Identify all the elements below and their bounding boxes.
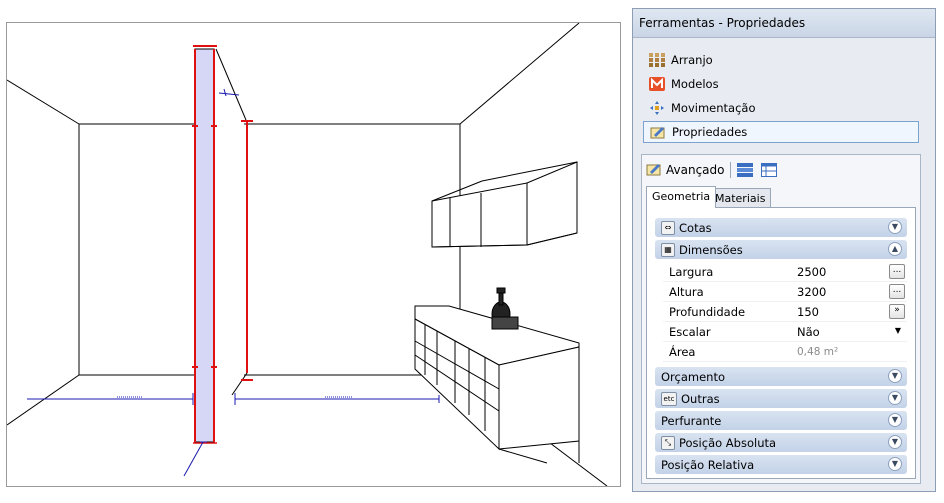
toolbar-separator: [730, 162, 732, 178]
nav-label: Propriedades: [672, 125, 748, 139]
altura-ellipsis-button[interactable]: ...: [889, 284, 905, 299]
section-posicao-absoluta[interactable]: ⤡ Posição Absoluta ▼: [655, 433, 907, 452]
section-label: Outras: [681, 391, 720, 406]
prop-name: Altura: [669, 284, 704, 299]
section-label: Posição Relativa: [661, 457, 755, 472]
3d-viewport[interactable]: [6, 22, 621, 487]
chevron-down-icon[interactable]: ▼: [888, 369, 902, 383]
chevron-up-icon[interactable]: ▲: [888, 242, 902, 256]
escalar-select[interactable]: Não: [797, 325, 820, 339]
tools-properties-panel: Ferramentas - Propriedades Arranjo Model…: [632, 8, 936, 492]
tab-materiais[interactable]: Materiais: [709, 188, 772, 208]
prop-name: Profundidade: [669, 304, 746, 319]
geometry-tab-content: ⇔ Cotas ▼ ▦ Dimensões ▲ Largura 2500 ...…: [646, 207, 916, 479]
advanced-properties-box: Avançado Geometria Materiais ⇔ Cotas ▼ ▦…: [641, 154, 921, 484]
section-label: Dimensões: [679, 242, 743, 257]
chevron-down-icon[interactable]: ▼: [895, 326, 901, 335]
chevron-down-icon[interactable]: ▼: [888, 413, 902, 427]
area-value: 0,48 m²: [797, 345, 839, 358]
chevron-down-icon[interactable]: ▼: [888, 391, 902, 405]
properties-icon[interactable]: [646, 162, 662, 178]
prop-row-area: Área 0,48 m²: [663, 342, 907, 362]
nav-modelos[interactable]: Modelos: [643, 73, 919, 95]
scene-drawing: [7, 23, 608, 486]
nav-arranjo[interactable]: Arranjo: [643, 49, 919, 71]
chevron-down-icon[interactable]: ▼: [888, 457, 902, 471]
counter-decor: [491, 287, 519, 330]
section-perfurante[interactable]: Perfurante ▼: [655, 411, 907, 430]
section-label: Orçamento: [661, 369, 726, 384]
position-icon: ⤡: [661, 435, 675, 450]
floor-dimension-lines: [27, 393, 440, 477]
move-icon: [649, 100, 665, 116]
section-posicao-relativa[interactable]: Posição Relativa ▼: [655, 455, 907, 474]
chevron-down-icon[interactable]: ▼: [888, 435, 902, 449]
upper-cabinets: [431, 161, 578, 248]
largura-value[interactable]: 2500: [797, 265, 826, 279]
nav-label: Movimentação: [671, 101, 756, 115]
section-orcamento[interactable]: Orçamento ▼: [655, 367, 907, 386]
table-view-icon[interactable]: [761, 163, 778, 177]
section-label: Cotas: [679, 220, 712, 235]
prop-row-altura: Altura 3200 ...: [663, 282, 907, 302]
section-cotas[interactable]: ⇔ Cotas ▼: [655, 218, 907, 237]
profundidade-expand-button[interactable]: »: [889, 304, 905, 319]
tab-geometria[interactable]: Geometria: [646, 186, 717, 208]
models-icon: [649, 76, 665, 92]
properties-icon: [650, 124, 666, 140]
prop-row-escalar: Escalar Não ▼: [663, 322, 907, 342]
prop-name: Escalar: [669, 324, 711, 339]
prop-row-largura: Largura 2500 ...: [663, 262, 907, 282]
dimensions-icon: ▦: [661, 242, 675, 257]
dimension-icon: ⇔: [661, 220, 675, 235]
largura-ellipsis-button[interactable]: ...: [889, 264, 905, 279]
nav-propriedades[interactable]: Propriedades: [643, 121, 919, 143]
selected-wall-panel: [192, 45, 253, 444]
advanced-header: Avançado: [646, 159, 778, 181]
prop-name: Área: [669, 344, 696, 359]
profundidade-value[interactable]: 150: [797, 305, 819, 319]
categorized-view-icon[interactable]: [737, 163, 754, 177]
nav-label: Modelos: [671, 77, 719, 91]
base-cabinets: [414, 305, 580, 464]
section-outras[interactable]: etc Outras ▼: [655, 389, 907, 408]
prop-name: Largura: [669, 264, 714, 279]
etc-icon: etc: [661, 391, 677, 406]
advanced-label[interactable]: Avançado: [666, 163, 724, 177]
section-label: Perfurante: [661, 413, 722, 428]
chevron-down-icon[interactable]: ▼: [888, 220, 902, 234]
nav-movimentacao[interactable]: Movimentação: [643, 97, 919, 119]
altura-value[interactable]: 3200: [797, 285, 826, 299]
nav-label: Arranjo: [671, 53, 713, 67]
prop-row-profundidade: Profundidade 150 »: [663, 302, 907, 322]
section-dimensoes[interactable]: ▦ Dimensões ▲: [655, 240, 907, 259]
panel-title: Ferramentas - Propriedades: [633, 9, 935, 38]
section-label: Posição Absoluta: [679, 435, 777, 450]
arrangement-icon: [649, 52, 665, 68]
